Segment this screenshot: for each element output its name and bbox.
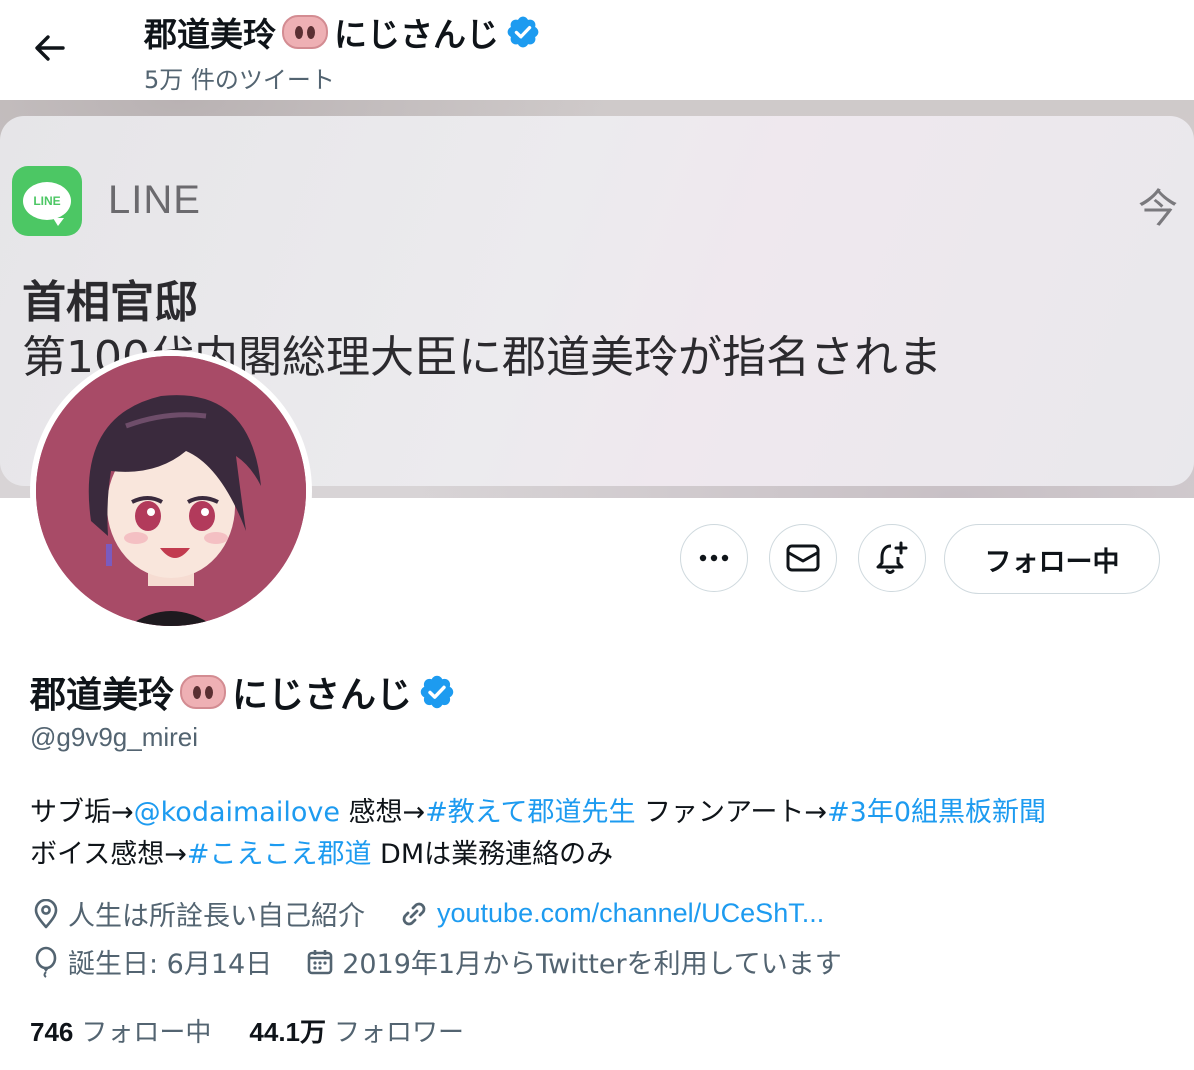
bio-text: ボイス感想→ — [30, 839, 187, 870]
bio-text: DMは業務連絡のみ — [371, 839, 614, 870]
profile-handle: @g9v9g_mirei — [30, 722, 199, 752]
balloon-icon — [35, 946, 57, 978]
pig-nose-icon — [282, 15, 328, 49]
profile-name-suffix: にじさんじ — [232, 675, 413, 716]
following-label: フォロー中 — [81, 1018, 212, 1048]
followers-count: 44.1万 — [249, 1017, 327, 1047]
more-dots-icon — [699, 554, 729, 562]
birthday-item: 誕生日: 6月14日 — [32, 942, 272, 981]
bio-text: 感想→ — [339, 797, 426, 828]
link-icon — [402, 902, 426, 925]
joined-item: 2019年1月からTwitterを利用しています — [306, 942, 842, 981]
profile-display-name: 郡道美玲 — [30, 675, 175, 716]
bio-text: ファンアート→ — [635, 797, 828, 828]
arrow-left-icon — [35, 35, 65, 61]
profile-bio: サブ垢→@kodaimailove 感想→#教えて郡道先生 ファンアート→#3年… — [30, 792, 1170, 876]
verified-badge-icon — [507, 16, 539, 48]
website-link[interactable]: youtube.com/channel/UCeShT... — [437, 898, 824, 929]
more-button[interactable] — [680, 524, 748, 592]
header-title: 郡道美玲 にじさんじ — [144, 8, 541, 56]
bell-plus-icon — [876, 541, 908, 574]
bio-hashtag-link[interactable]: #教えて郡道先生 — [425, 797, 635, 828]
location-text: 人生は所詮長い自己紹介 — [68, 901, 365, 932]
avatar[interactable] — [30, 350, 312, 632]
location-pin-icon — [34, 898, 58, 928]
avatar-image — [36, 356, 306, 626]
bio-hashtag-link[interactable]: #こえこえ郡道 — [187, 839, 372, 870]
follow-stats: 746 フォロー中 44.1万 フォロワー — [30, 1012, 502, 1049]
pig-nose-icon — [180, 675, 227, 709]
website-item[interactable]: youtube.com/channel/UCeShT... — [399, 898, 824, 929]
bio-hashtag-link[interactable]: #3年0組黒板新聞 — [827, 797, 1046, 828]
avatar-illustration — [36, 356, 306, 626]
notification-app-name: LINE — [108, 178, 201, 222]
joined-text: 2019年1月からTwitterを利用しています — [342, 949, 842, 980]
tweet-count: 5万 件のツイート — [144, 66, 335, 94]
profile-name: 郡道美玲 にじさんじ — [30, 666, 456, 718]
profile-meta-row: 人生は所詮長い自己紹介 youtube.com/channel/UCeShT..… — [32, 894, 858, 933]
followers-stat-link[interactable]: 44.1万 フォロワー — [249, 1012, 464, 1049]
envelope-icon — [786, 544, 820, 572]
line-app-icon: LINE — [12, 166, 82, 236]
verified-badge-icon[interactable] — [418, 673, 456, 711]
header-name: 郡道美玲 — [144, 15, 276, 54]
profile-meta-row: 誕生日: 6月14日 2019年1月からTwitterを利用しています — [32, 942, 876, 981]
followers-label: フォロワー — [334, 1018, 465, 1048]
bio-mention-link[interactable]: @kodaimailove — [134, 797, 340, 828]
notifications-button[interactable] — [858, 524, 926, 592]
notification-time: 今 — [1138, 186, 1178, 232]
bio-text: サブ垢→ — [30, 797, 134, 828]
following-button[interactable]: フォロー中 — [944, 524, 1160, 594]
notification-sender: 首相官邸 — [22, 277, 198, 328]
line-app-icon-label: LINE — [23, 182, 71, 226]
location-item: 人生は所詮長い自己紹介 — [32, 894, 365, 933]
birthday-text: 誕生日: 6月14日 — [68, 949, 273, 980]
calendar-icon — [307, 949, 333, 974]
following-stat-link[interactable]: 746 フォロー中 — [30, 1012, 211, 1049]
message-button[interactable] — [769, 524, 837, 592]
back-button[interactable] — [22, 22, 78, 74]
profile-header: 郡道美玲 にじさんじ 5万 件のツイート — [0, 0, 1194, 100]
following-count: 746 — [30, 1017, 74, 1047]
header-name-suffix: にじさんじ — [334, 15, 499, 54]
